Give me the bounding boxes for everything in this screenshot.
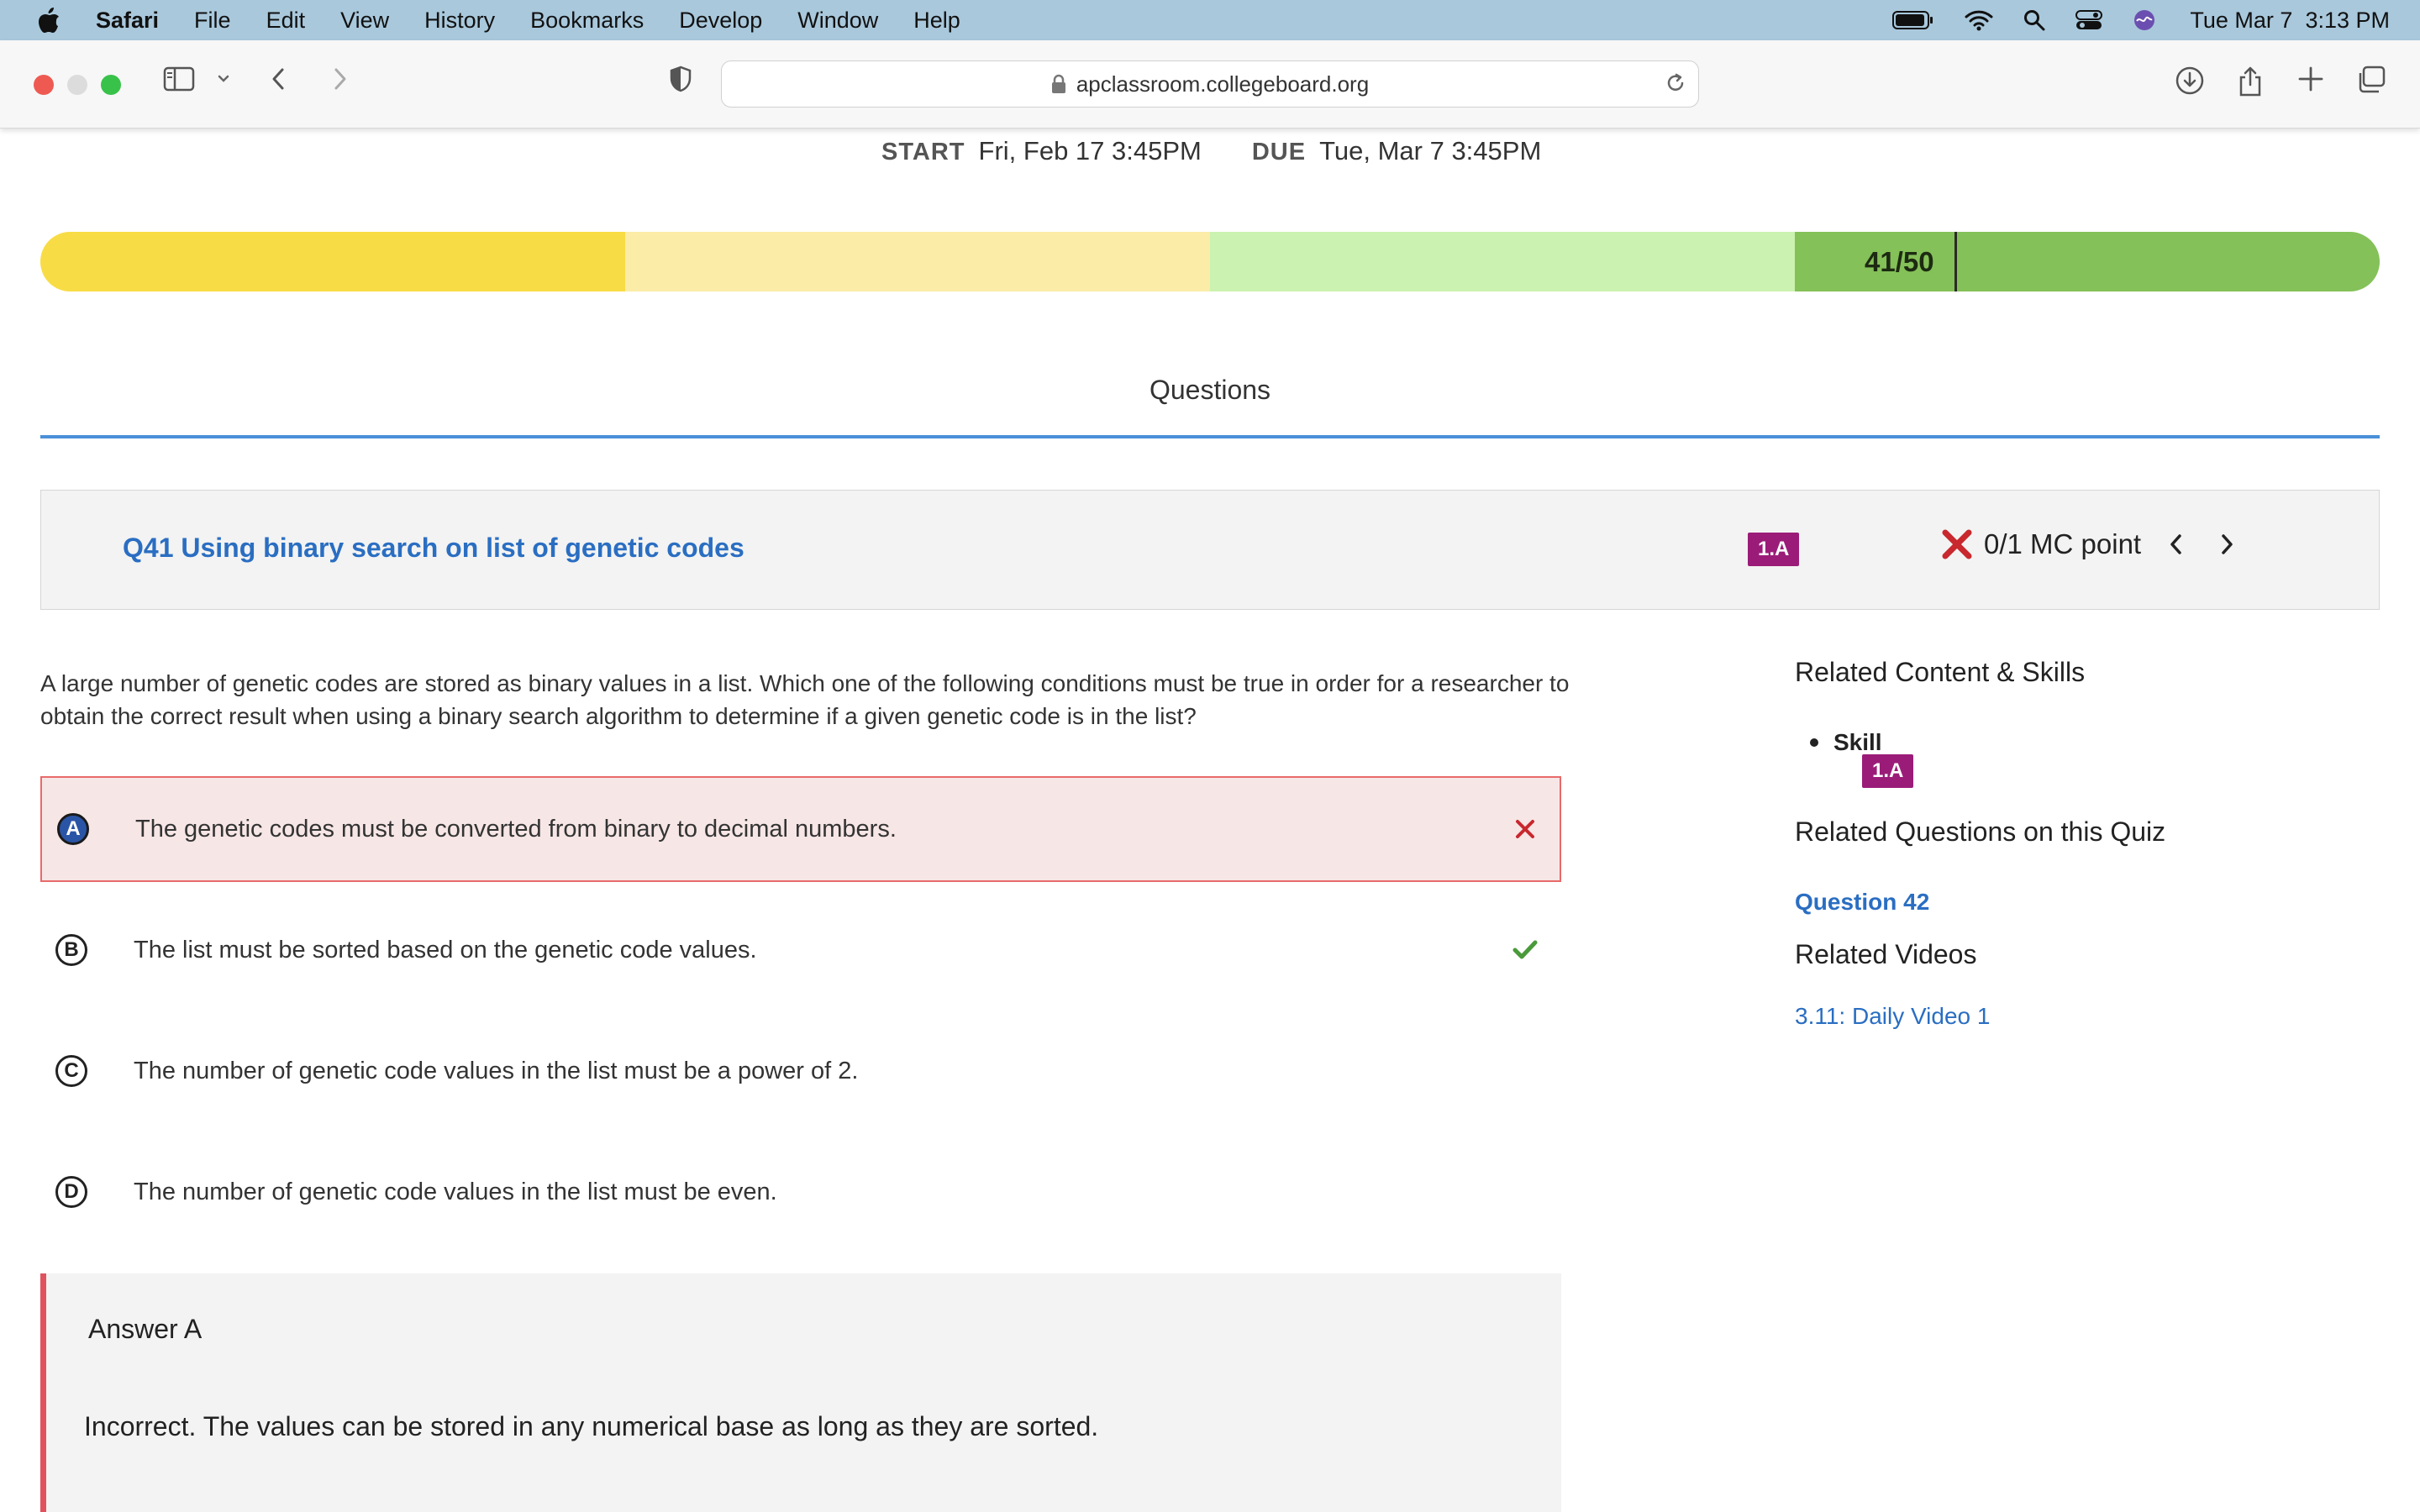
skill-badge: 1.A	[1748, 533, 1800, 566]
menu-app-name[interactable]: Safari	[96, 8, 159, 34]
answer-body: Incorrect. The values can be stored in a…	[84, 1411, 1099, 1441]
choice-b[interactable]: B The list must be sorted based on the g…	[40, 897, 1561, 1003]
menu-clock[interactable]: Tue Mar 7 3:13 PM	[2190, 8, 2390, 34]
next-question-button[interactable]	[2217, 530, 2237, 559]
menu-view[interactable]: View	[340, 8, 389, 34]
menu-bookmarks[interactable]: Bookmarks	[530, 8, 644, 34]
menu-time: 3:13 PM	[2305, 7, 2390, 33]
tab-questions[interactable]: Questions	[0, 375, 2420, 406]
x-icon	[1940, 528, 1974, 561]
downloads-icon[interactable]	[2175, 66, 2205, 96]
wifi-icon[interactable]	[1965, 9, 1993, 31]
menu-history[interactable]: History	[424, 8, 495, 34]
forward-arrow-icon[interactable]	[329, 66, 350, 92]
menu-develop[interactable]: Develop	[679, 8, 762, 34]
browser-toolbar: apclassroom.collegeboard.org	[0, 40, 2420, 129]
choice-a[interactable]: A The genetic codes must be converted fr…	[40, 776, 1561, 882]
choice-text-d: The number of genetic code values in the…	[134, 1178, 777, 1205]
back-arrow-icon[interactable]	[269, 66, 289, 92]
zoom-window-button[interactable]	[101, 75, 121, 95]
bullet-dot	[1810, 738, 1818, 747]
privacy-shield-icon[interactable]	[669, 66, 692, 92]
choice-c[interactable]: C The number of genetic code values in t…	[40, 1018, 1561, 1124]
url-text: apclassroom.collegeboard.org	[1076, 71, 1370, 97]
control-center-icon[interactable]	[2075, 9, 2103, 31]
choice-d[interactable]: D The number of genetic code values in t…	[40, 1139, 1561, 1245]
start-label: START	[881, 139, 965, 165]
chevron-down-icon[interactable]	[217, 66, 230, 92]
question-progress-bar[interactable]: 41/50	[40, 232, 2380, 291]
sidebar-toggle-icon[interactable]	[163, 66, 197, 92]
tab-underline	[40, 435, 2380, 438]
choice-text-c: The number of genetic code values in the…	[134, 1057, 859, 1084]
choice-letter-a: A	[57, 813, 89, 845]
related-video-link[interactable]: 3.11: Daily Video 1	[1795, 1003, 1990, 1030]
new-tab-plus-icon[interactable]	[2297, 66, 2324, 92]
question-title[interactable]: Q41 Using binary search on list of genet…	[123, 533, 744, 564]
skill-label: Skill	[1833, 729, 1882, 755]
progress-score: 41/50	[1865, 246, 1934, 277]
battery-icon[interactable]	[1892, 10, 1934, 30]
assignment-dates: START Fri, Feb 17 3:45PM DUE Tue, Mar 7 …	[881, 136, 1591, 166]
answer-title: Answer A	[88, 1314, 203, 1344]
menu-file[interactable]: File	[194, 8, 231, 34]
incorrect-x-icon	[1514, 818, 1536, 840]
due-value: Tue, Mar 7 3:45PM	[1319, 136, 1542, 165]
menu-bar: Safari File Edit View History Bookmarks …	[0, 0, 2420, 40]
close-window-button[interactable]	[34, 75, 54, 95]
choice-text-b: The list must be sorted based on the gen…	[134, 936, 757, 963]
answer-explanation: Answer A Incorrect. The values can be st…	[40, 1273, 1561, 1512]
start-value: Fri, Feb 17 3:45PM	[978, 136, 1202, 165]
share-icon[interactable]	[2237, 66, 2264, 97]
related-videos-heading: Related Videos	[1795, 939, 1977, 969]
sidebar-skill-badge: 1.A	[1862, 754, 1914, 788]
related-content-heading: Related Content & Skills	[1795, 657, 2086, 687]
progress-segment-2	[625, 232, 1210, 291]
reload-icon[interactable]	[1665, 71, 1686, 95]
progress-segment-1	[40, 232, 625, 291]
related-question-link[interactable]: Question 42	[1795, 889, 1929, 916]
question-header: Q41 Using binary search on list of genet…	[40, 490, 2380, 610]
menu-window[interactable]: Window	[797, 8, 878, 34]
previous-question-button[interactable]	[2166, 530, 2186, 559]
tab-overview-icon[interactable]	[2356, 66, 2386, 94]
lock-icon	[1051, 74, 1066, 94]
skill-list-item: Skill	[1810, 729, 1882, 756]
question-score: 0/1 MC point	[1940, 528, 2237, 561]
related-questions-heading: Related Questions on this Quiz	[1795, 816, 2166, 847]
question-prompt: A large number of genetic codes are stor…	[40, 670, 1570, 729]
progress-marker	[1954, 232, 1957, 291]
progress-segment-4: 41/50	[1795, 232, 2380, 291]
menu-help[interactable]: Help	[913, 8, 960, 34]
menu-date: Tue Mar 7	[2190, 7, 2293, 33]
siri-icon[interactable]	[2133, 8, 2156, 32]
minimize-window-button[interactable]	[67, 75, 87, 95]
apple-icon[interactable]	[37, 6, 62, 34]
choice-text-a: The genetic codes must be converted from…	[135, 815, 897, 843]
choice-letter-b: B	[55, 934, 87, 966]
progress-segment-3	[1210, 232, 1795, 291]
address-bar[interactable]: apclassroom.collegeboard.org	[721, 60, 1699, 108]
choice-letter-c: C	[55, 1055, 87, 1087]
spotlight-search-icon[interactable]	[2023, 9, 2045, 31]
due-label: DUE	[1251, 139, 1307, 165]
correct-check-icon	[1512, 939, 1538, 961]
choice-letter-d: D	[55, 1176, 87, 1208]
points-text: 0/1 MC point	[1984, 528, 2142, 559]
menu-edit[interactable]: Edit	[266, 8, 306, 34]
